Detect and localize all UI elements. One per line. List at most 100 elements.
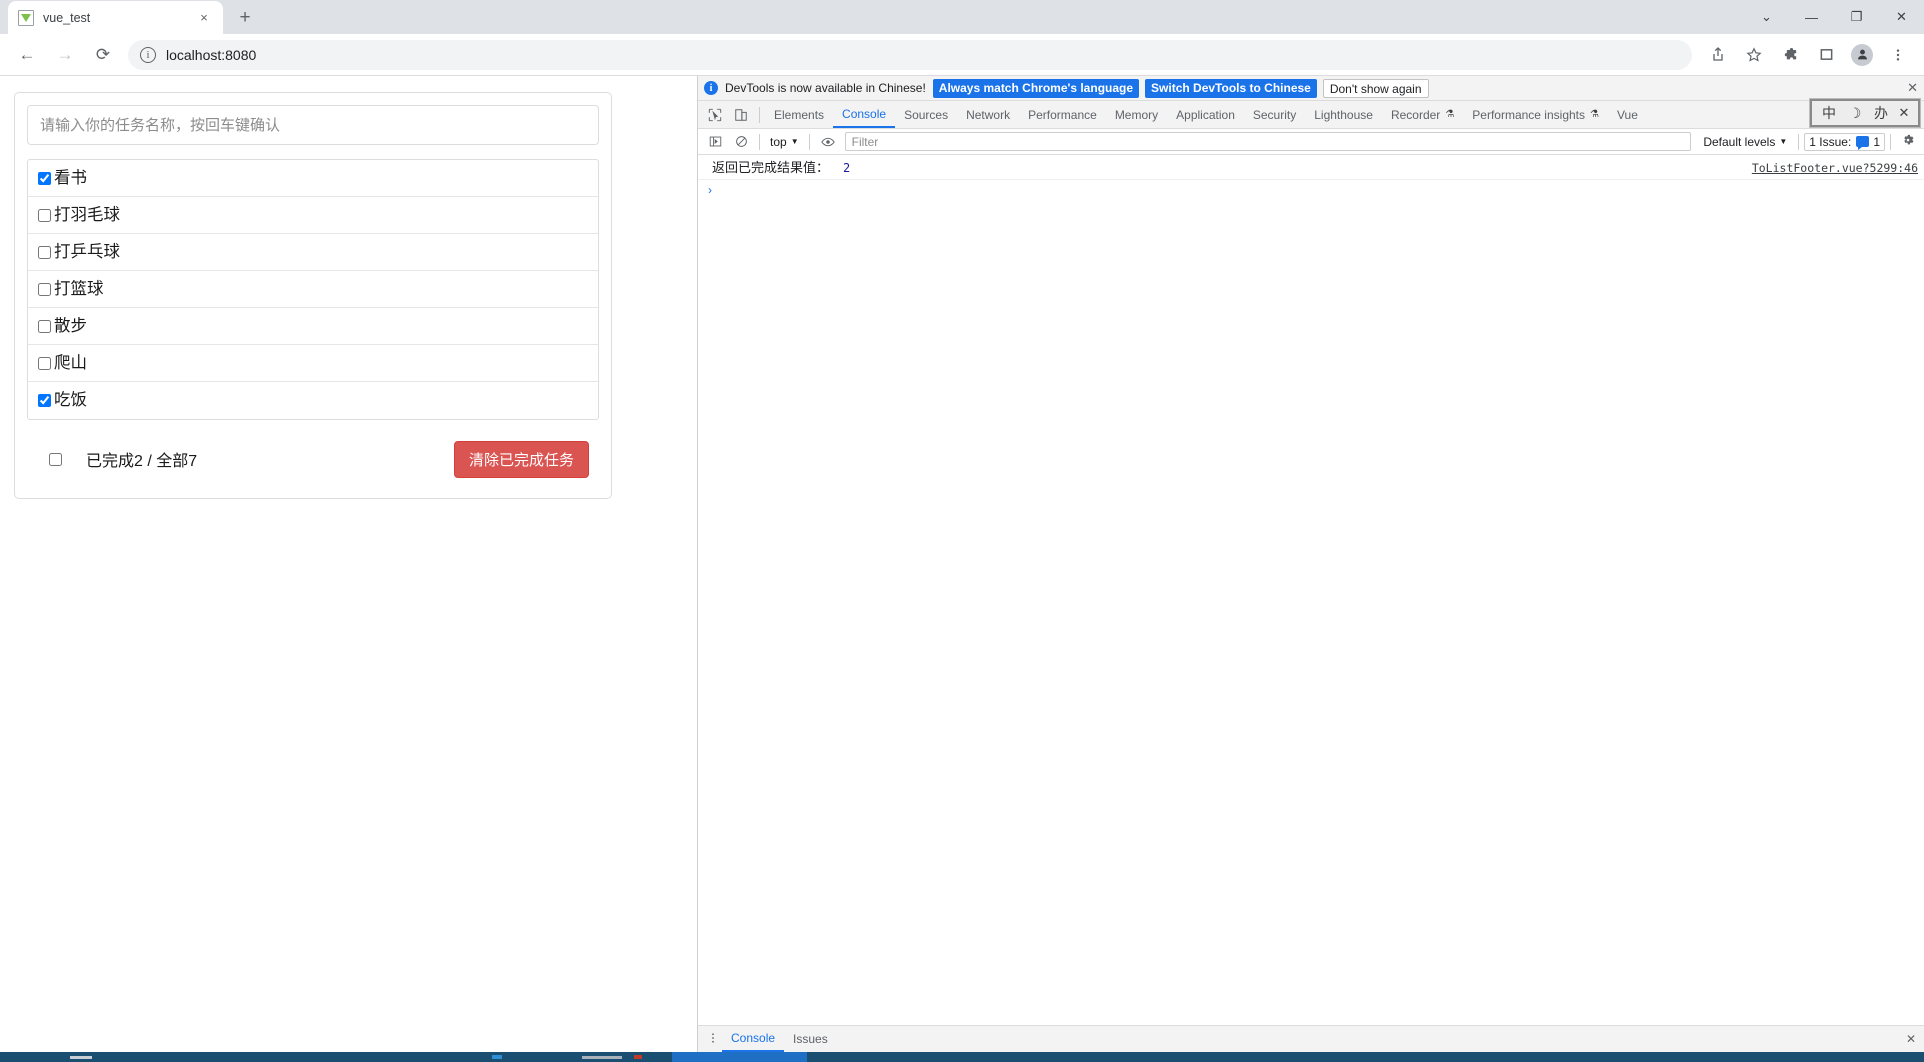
devtools-tab-security[interactable]: Security — [1244, 101, 1305, 128]
side-panel-icon[interactable] — [1811, 40, 1841, 70]
share-icon[interactable] — [1703, 40, 1733, 70]
ime-close-icon[interactable]: ✕ — [1894, 105, 1914, 121]
devtools-tab-label: Sources — [904, 107, 949, 122]
todo-checkbox[interactable] — [38, 356, 51, 370]
site-info-icon[interactable]: i — [140, 46, 156, 63]
todo-checkbox[interactable] — [38, 171, 51, 185]
issue-icon — [1856, 136, 1870, 150]
console-sidebar-toggle-icon[interactable] — [702, 130, 728, 154]
always-match-language-button[interactable]: Always match Chrome's language — [932, 78, 1140, 98]
bookmark-star-icon[interactable] — [1739, 40, 1769, 70]
log-levels-select[interactable]: Default levels ▼ — [1697, 135, 1793, 149]
drawer-tab-issues[interactable]: Issues — [784, 1026, 837, 1052]
devtools-drawer-tabs: Console Issues ✕ — [698, 1025, 1924, 1052]
todo-item[interactable]: 打乒乓球 — [28, 234, 598, 271]
devtools-tab-sources[interactable]: Sources — [895, 101, 957, 128]
devtools-tab-label: Performance insights — [1472, 107, 1585, 122]
issues-counter-chip[interactable]: 1 Issue: 1 — [1804, 132, 1885, 151]
new-tab-button[interactable]: + — [231, 4, 259, 32]
todo-label: 打羽毛球 — [54, 205, 120, 224]
experiment-flask-icon: ⚗ — [1445, 109, 1455, 120]
extensions-puzzle-icon[interactable] — [1775, 40, 1805, 70]
clear-completed-button[interactable]: 清除已完成任务 — [453, 440, 589, 478]
console-output[interactable]: 返回已完成结果值： 2 ToListFooter.vue?5299:46 › — [698, 155, 1924, 1025]
issues-label: 1 Issue: — [1809, 134, 1852, 149]
device-toolbar-icon[interactable] — [728, 103, 754, 127]
todo-item[interactable]: 爬山 — [28, 345, 598, 382]
console-prompt[interactable]: › — [698, 180, 1924, 200]
devtools-tab-label: Lighthouse — [1314, 107, 1373, 122]
ime-toolbox-icon[interactable]: 办 — [1868, 101, 1894, 125]
browser-toolbar-icons — [1700, 40, 1916, 70]
console-message-row: 返回已完成结果值： 2 ToListFooter.vue?5299:46 — [698, 155, 1924, 180]
todo-label: 看书 — [54, 168, 87, 187]
todo-checkbox[interactable] — [38, 394, 51, 407]
todo-item[interactable]: 散步 — [28, 308, 598, 345]
devtools-tab-performance[interactable]: Performance — [1019, 101, 1106, 128]
devtools-tab-label: Security — [1252, 107, 1297, 122]
back-icon[interactable]: ← — [11, 39, 43, 71]
chevron-down-icon[interactable]: ⌄ — [1744, 0, 1789, 34]
devtools-tab-application[interactable]: Application — [1167, 101, 1244, 128]
close-drawer-icon[interactable]: ✕ — [1906, 1032, 1916, 1046]
devtools-tabbar: Elements Console Sources Network Performance… — [698, 99, 1924, 129]
minimize-button[interactable]: — — [1789, 0, 1834, 34]
todo-label: 吃饭 — [54, 391, 87, 410]
address-bar[interactable]: i localhost:8080 — [128, 39, 1692, 70]
window-controls: ⌄ — ❐ ✕ — [1744, 0, 1924, 34]
devtools-tab-console[interactable]: Console — [833, 101, 896, 128]
chrome-menu-icon[interactable] — [1883, 40, 1913, 70]
close-window-button[interactable]: ✕ — [1879, 0, 1924, 34]
forward-icon[interactable]: → — [49, 39, 81, 71]
devtools-tab-label: Performance — [1028, 107, 1097, 122]
todo-checkbox[interactable] — [38, 208, 51, 222]
todo-label: 爬山 — [54, 353, 87, 372]
console-source-link[interactable]: ToListFooter.vue?5299:46 — [1752, 161, 1918, 175]
todo-checkbox[interactable] — [38, 282, 51, 296]
clear-console-icon[interactable] — [728, 130, 754, 154]
ime-floating-toolbar[interactable]: 中 ☽ 办 ✕ — [1810, 99, 1920, 127]
ime-mode-chinese-icon[interactable]: 中 — [1816, 101, 1842, 125]
inspect-element-icon[interactable] — [702, 103, 728, 127]
vue-logo-icon — [18, 9, 34, 26]
todo-item[interactable]: 吃饭 — [28, 382, 598, 419]
ime-punctuation-icon[interactable]: ☽ — [1842, 101, 1868, 125]
switch-devtools-language-button[interactable]: Switch DevTools to Chinese — [1145, 78, 1317, 98]
close-tab-icon[interactable]: × — [195, 9, 213, 27]
new-task-input[interactable] — [27, 105, 599, 145]
devtools-tab-lighthouse[interactable]: Lighthouse — [1305, 101, 1382, 128]
todo-label: 打篮球 — [54, 279, 104, 298]
prompt-caret: › — [708, 183, 712, 197]
todo-checkbox[interactable] — [38, 245, 51, 259]
devtools-tab-label: Memory — [1114, 107, 1159, 122]
gear-icon[interactable] — [1896, 133, 1920, 150]
console-message-text: 返回已完成结果值： — [712, 160, 830, 175]
select-all-checkbox[interactable] — [49, 452, 62, 466]
browser-tab[interactable]: vue_test × — [8, 1, 223, 34]
browser-titlebar: vue_test × + ⌄ — ❐ ✕ — [0, 0, 1924, 34]
close-banner-icon[interactable]: ✕ — [1907, 80, 1918, 96]
more-options-icon[interactable] — [704, 1032, 722, 1047]
live-expression-icon[interactable] — [815, 130, 841, 154]
todo-item[interactable]: 打篮球 — [28, 271, 598, 308]
devtools-tab-elements[interactable]: Elements — [765, 101, 833, 128]
reload-icon[interactable]: ⟳ — [87, 39, 119, 71]
info-icon: i — [704, 81, 718, 95]
dont-show-again-button[interactable]: Don't show again — [1322, 78, 1429, 98]
devtools-tab-memory[interactable]: Memory — [1106, 101, 1167, 128]
devtools-tab-vue[interactable]: Vue — [1608, 101, 1647, 128]
devtools-tab-performance-insights[interactable]: Performance insights ⚗ — [1463, 101, 1608, 128]
devtools-tab-recorder[interactable]: Recorder ⚗ — [1382, 101, 1463, 128]
devtools-tab-network[interactable]: Network — [957, 101, 1019, 128]
todo-item[interactable]: 打羽毛球 — [28, 197, 598, 234]
todo-list: 看书打羽毛球打乒乓球打篮球散步爬山吃饭 — [27, 159, 599, 420]
drawer-tab-console[interactable]: Console — [722, 1026, 785, 1052]
todo-label: 打乒乓球 — [54, 242, 120, 261]
todo-app: 看书打羽毛球打乒乓球打篮球散步爬山吃饭 已完成2 / 全部7 清除已完成任务 — [14, 92, 612, 499]
maximize-button[interactable]: ❐ — [1834, 0, 1879, 34]
todo-item[interactable]: 看书 — [28, 160, 598, 197]
todo-checkbox[interactable] — [38, 319, 51, 333]
profile-avatar[interactable] — [1847, 40, 1877, 70]
execution-context-select[interactable]: top ▼ — [765, 132, 804, 152]
console-filter-input[interactable] — [844, 132, 1692, 151]
